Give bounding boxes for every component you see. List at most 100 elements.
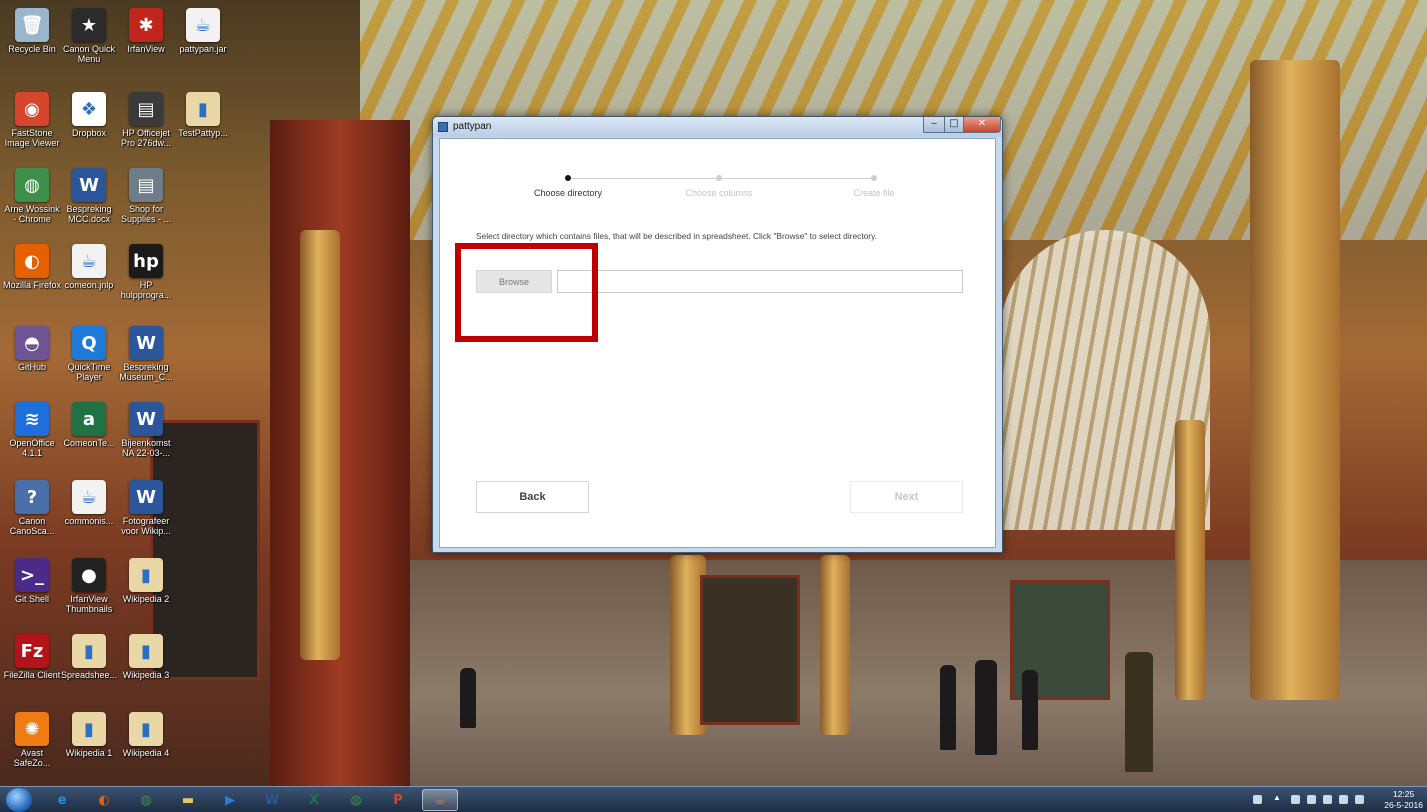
java-app-icon	[438, 122, 448, 132]
desktop-shortcut-label: OpenOffice 4.1.1	[9, 438, 55, 458]
desktop-shortcut[interactable]: ☕ comeon.jnlp	[60, 242, 118, 322]
word-document-icon: W	[129, 480, 163, 514]
desktop-shortcut[interactable]: ◐ Mozilla Firefox	[3, 242, 61, 322]
desktop-shortcut[interactable]: ▮ Wikipedia 1	[60, 710, 118, 790]
desktop-shortcut[interactable]: ★ Canon Quick Menu	[60, 6, 118, 86]
desktop-shortcut-label: ComeonTe...	[63, 438, 115, 448]
git-shell-icon: >_	[15, 558, 49, 592]
wallpaper-shopfront	[700, 575, 800, 725]
desktop-shortcut[interactable]: ▮ Wikipedia 2	[117, 556, 175, 636]
desktop-shortcut-label: Wikipedia 3	[122, 670, 170, 680]
powerpoint-icon[interactable]: P	[380, 789, 416, 811]
chrome-icon[interactable]: ◍	[338, 789, 374, 811]
desktop-shortcut[interactable]: ◓ GitHub	[3, 324, 61, 404]
printer-icon: ▤	[129, 92, 163, 126]
volume-icon[interactable]	[1355, 795, 1364, 804]
step-indicator-dot	[716, 175, 722, 181]
wallpaper-column	[300, 230, 340, 660]
desktop-shortcut-label: Canon CanoSca...	[9, 516, 55, 536]
directory-path-input[interactable]	[557, 270, 963, 293]
desktop-shortcut[interactable]: ▮ TestPattyp...	[174, 90, 232, 170]
desktop-shortcut[interactable]: ◉ FastStone Image Viewer	[3, 90, 61, 170]
step-choose-columns: Choose columns	[659, 169, 779, 198]
desktop-shortcut[interactable]: Fz FileZilla Client	[3, 632, 61, 712]
panda-icon: ●	[72, 558, 106, 592]
desktop-shortcut-label: GitHub	[17, 362, 46, 372]
desktop-shortcut[interactable]: ▮ Wikipedia 4	[117, 710, 175, 790]
desktop-shortcut-label: Spreadshee...	[60, 670, 118, 680]
step-choose-directory: Choose directory	[508, 169, 628, 198]
word-icon[interactable]: W	[254, 789, 290, 811]
power-icon[interactable]	[1339, 795, 1348, 804]
desktop-shortcut-label: Fotografeer voor Wikip...	[121, 516, 171, 536]
desktop-shortcut[interactable]: ◍ Arne Wossink - Chrome	[3, 166, 61, 246]
chrome-icon[interactable]: ◍	[128, 789, 164, 811]
word-document-icon: W	[129, 326, 163, 360]
desktop-shortcut[interactable]: Q QuickTime Player	[60, 324, 118, 404]
desktop-shortcut[interactable]: hp HP hulpprogra...	[117, 242, 175, 322]
desktop-shortcut[interactable]: ☕ pattypan.jar	[174, 6, 232, 86]
github-icon: ◓	[15, 326, 49, 360]
desktop-shortcut-label: commonis...	[64, 516, 114, 526]
windows-taskbar: e ◐ ◍ ▬ ▶ W X ◍ P ☕ ▲ 12:25 26-5-2016	[0, 786, 1427, 812]
desktop-shortcut-label: comeon.jnlp	[64, 280, 114, 290]
highlight-annotation-box	[455, 243, 598, 342]
window-titlebar[interactable]: pattypan ‒ □ ✕	[433, 117, 1002, 137]
desktop-shortcut[interactable]: ✱ IrfanView	[117, 6, 175, 86]
step-label: Choose directory	[533, 188, 603, 198]
desktop-shortcut[interactable]: W Bespreking MCC.docx	[60, 166, 118, 246]
system-tray: ▲ 12:25 26-5-2016	[1247, 787, 1427, 812]
desktop-shortcut-label: IrfanView Thumbnails	[65, 594, 113, 614]
desktop-shortcut-label: Shop for Supplies - ...	[120, 204, 172, 224]
firefox-icon[interactable]: ◐	[86, 789, 122, 811]
folder-icon: ▮	[72, 634, 106, 668]
desktop-shortcut[interactable]: ✺ Avast SafeZo...	[3, 710, 61, 790]
file-explorer-icon[interactable]: ▬	[170, 789, 206, 811]
step-label: Choose columns	[685, 188, 753, 198]
desktop-shortcut[interactable]: ▤ HP Officejet Pro 276dw...	[117, 90, 175, 170]
desktop-shortcut[interactable]: ❖ Dropbox	[60, 90, 118, 170]
faststone-eye-icon: ◉	[15, 92, 49, 126]
desktop-shortcut[interactable]: ? Canon CanoSca...	[3, 478, 61, 558]
java-icon[interactable]: ☕	[422, 789, 458, 811]
desktop-shortcut[interactable]: >_ Git Shell	[3, 556, 61, 636]
action-center-flag-icon[interactable]	[1323, 795, 1332, 804]
desktop-shortcut[interactable]: W Fotografeer voor Wikip...	[117, 478, 175, 558]
desktop-shortcut-label: pattypan.jar	[179, 44, 227, 54]
desktop-shortcut[interactable]: ≋ OpenOffice 4.1.1	[3, 400, 61, 480]
desktop-shortcut[interactable]: ▮ Wikipedia 3	[117, 632, 175, 712]
start-button-icon[interactable]	[6, 788, 32, 812]
canon-quick-menu-icon: ★	[72, 8, 106, 42]
show-hidden-icons-icon[interactable]: ▲	[1273, 793, 1282, 802]
maximize-button[interactable]: □	[944, 117, 964, 133]
window-content: Choose directory Choose columns Create f…	[439, 138, 996, 548]
java-icon: ☕	[186, 8, 220, 42]
desktop-shortcut[interactable]: a ComeonTe...	[60, 400, 118, 480]
desktop-shortcut[interactable]: ● IrfanView Thumbnails	[60, 556, 118, 636]
internet-explorer-icon[interactable]: e	[44, 789, 80, 811]
wallpaper-column	[1250, 60, 1340, 700]
next-button[interactable]: Next	[850, 481, 963, 513]
tray-app-icon[interactable]	[1291, 795, 1300, 804]
media-player-icon[interactable]: ▶	[212, 789, 248, 811]
tray-app-icon[interactable]	[1307, 795, 1316, 804]
back-button[interactable]: Back	[476, 481, 589, 513]
avast-icon: ✺	[15, 712, 49, 746]
desktop-shortcut-label: HP Officejet Pro 276dw...	[120, 128, 172, 148]
desktop-shortcut[interactable]: 🗑 Recycle Bin	[3, 6, 61, 86]
minimize-button[interactable]: ‒	[923, 117, 945, 133]
close-button[interactable]: ✕	[963, 117, 1001, 133]
step-indicator-dot	[565, 175, 571, 181]
desktop-shortcut[interactable]: ☕ commonis...	[60, 478, 118, 558]
taskbar-clock[interactable]: 12:25 26-5-2016	[1384, 789, 1423, 811]
desktop-shortcut[interactable]: W Bespreking Museum_C...	[117, 324, 175, 404]
desktop-shortcut[interactable]: W Bijeenkomst NA 22-03-...	[117, 400, 175, 480]
desktop-shortcut[interactable]: ▮ Spreadshee...	[60, 632, 118, 712]
excel-icon[interactable]: X	[296, 789, 332, 811]
quicktime-icon: Q	[72, 326, 106, 360]
java-icon: ☕	[72, 244, 106, 278]
firefox-icon: ◐	[15, 244, 49, 278]
network-icon[interactable]	[1253, 795, 1262, 804]
hp-icon: hp	[129, 244, 163, 278]
desktop-shortcut[interactable]: ▤ Shop for Supplies - ...	[117, 166, 175, 246]
